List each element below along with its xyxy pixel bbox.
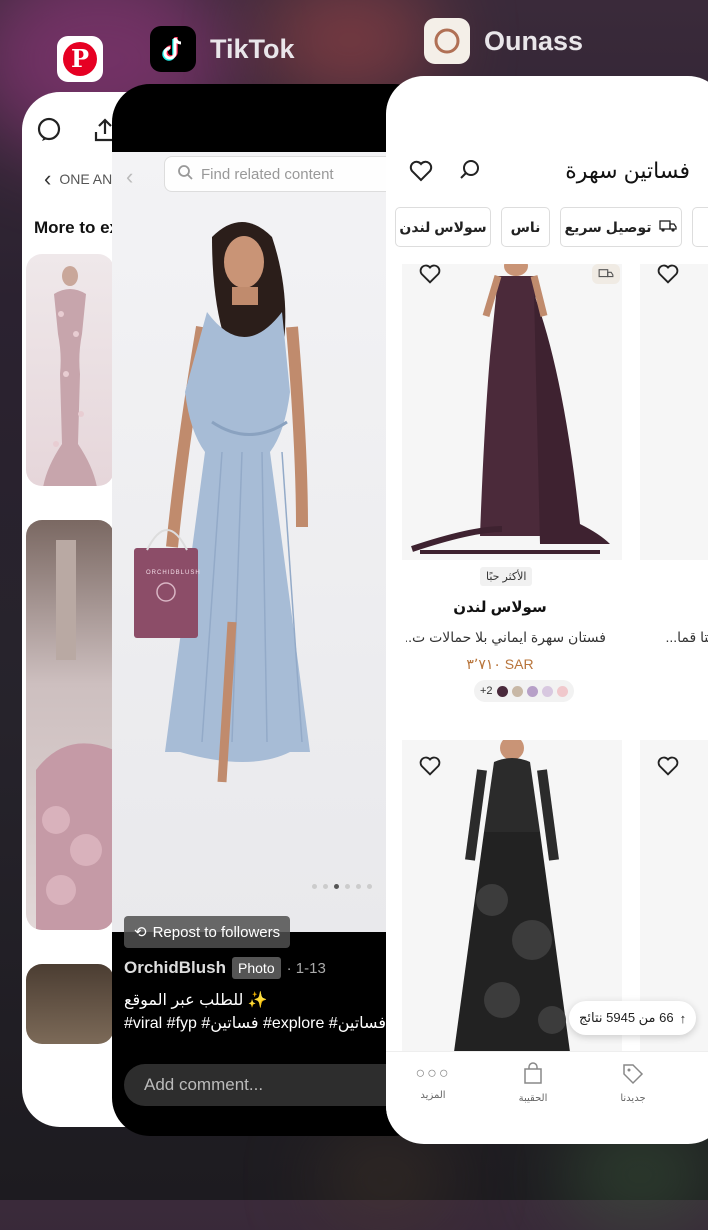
pin-image-dark[interactable] [26,964,114,1044]
chip-nas[interactable]: ناس [501,207,550,247]
ounass-app-card[interactable]: فساتين سهرة توصيل سريع ناس سولاس لندن ال… [386,76,708,1144]
tiktok-icon [150,26,196,72]
tag-icon [621,1062,645,1089]
comment-icon[interactable] [36,117,62,148]
search-placeholder: Find related content [201,165,334,183]
product-image-2[interactable] [640,264,708,560]
tiktok-app-label[interactable]: TikTok [150,26,295,72]
carousel-dot [356,884,361,889]
post-author-row: OrchidBlush Photo · 1-13 [124,957,326,979]
product-name[interactable]: فستان سهرة ايماني بلا حمالات ت... [406,629,606,646]
tab-label: المزيد [420,1090,446,1101]
search-icon [177,164,193,184]
pinterest-app-label[interactable]: P [57,36,117,82]
heart-icon[interactable] [656,754,680,783]
color-swatch[interactable] [526,685,538,697]
arrow-up-icon: ↑ [679,1010,687,1026]
page-title: فساتين سهرة [565,158,690,183]
color-swatches[interactable]: +2 [474,680,574,702]
svg-text:P: P [71,44,89,73]
bestseller-badge: الأكثر حبًا [480,567,533,586]
carousel-dot [323,884,328,889]
tab-new[interactable]: جديدنا [598,1062,668,1104]
carousel-dot [345,884,350,889]
tab-label: الحقيبة [518,1093,548,1104]
color-swatch[interactable] [541,685,553,697]
more-to-explore-heading: More to ex [34,218,120,237]
more-dots-icon: ○○○ [415,1065,451,1082]
color-swatch[interactable] [556,685,568,697]
photo-badge: Photo [232,957,281,979]
product-brand[interactable]: سولاس لندن [402,598,598,616]
bag-icon [521,1062,545,1089]
app-name: TikTok [210,33,295,64]
comment-placeholder: Add comment... [144,1075,264,1094]
delivery-truck-icon [659,219,678,236]
bag-brand-text: ORCHIDBLUSH [146,570,201,576]
repost-button[interactable]: ⟲ Repost to followers [124,916,291,948]
repost-label: Repost to followers [152,923,281,941]
search-icon[interactable] [458,158,482,187]
pin-image-pink-gown[interactable] [26,520,114,930]
results-count-pill[interactable]: ↑ 66 من 5945 نتائج [569,1001,697,1035]
product-name[interactable]: وريتا قما... [646,629,708,646]
post-photo[interactable]: ORCHIDBLUSH [112,152,432,932]
repost-icon: ⟲ [134,924,147,941]
chip-label: سولاس لندن [399,218,487,235]
chip-label: ناس [510,218,541,235]
back-icon[interactable]: ‹ [44,166,51,192]
tab-more[interactable]: ○○○ المزيد [398,1062,468,1101]
more-colors-count: +2 [480,685,493,697]
ounass-icon [424,18,470,64]
delivery-truck-icon [592,264,620,284]
app-name: Ounass [484,25,584,56]
background-blur [320,1140,450,1220]
chip-fast-delivery[interactable]: توصيل سريع [560,207,682,247]
pinterest-icon: P [57,36,103,82]
carousel-dot [312,884,317,889]
wishlist-heart-icon[interactable] [408,158,434,189]
tab-label: جديدنا [620,1093,646,1104]
author-name[interactable]: OrchidBlush [124,958,226,978]
heart-icon[interactable] [418,262,442,291]
comment-input[interactable]: Add comment... [124,1064,424,1106]
heart-icon[interactable] [656,262,680,291]
heart-icon[interactable] [418,754,442,783]
carousel-dot-active [334,884,339,889]
back-icon[interactable]: ‹ [126,164,133,190]
chip-partial[interactable] [692,207,708,247]
photo-carousel-dots[interactable] [312,884,372,889]
product-image-1[interactable] [402,256,622,560]
ounass-app-label[interactable]: Ounass [424,18,583,64]
pin-image-gown[interactable] [26,254,114,486]
results-label: 66 من 5945 نتائج [579,1010,674,1025]
chip-solace-london[interactable]: سولاس لندن [395,207,491,247]
product-price: ٣٬٧١٠ SAR [466,656,534,672]
post-date: · 1-13 [286,959,326,977]
tab-bag[interactable]: الحقيبة [498,1062,568,1104]
chip-label: توصيل سريع [564,218,652,235]
color-swatch[interactable] [496,685,508,697]
bottom-tab-bar: جديدنا الحقيبة ○○○ المزيد [386,1051,708,1122]
carousel-dot [367,884,372,889]
tiktok-app-card[interactable]: ORCHIDBLUSH ‹ Find related content ⟲ Rep… [112,84,432,1136]
color-swatch[interactable] [511,685,523,697]
